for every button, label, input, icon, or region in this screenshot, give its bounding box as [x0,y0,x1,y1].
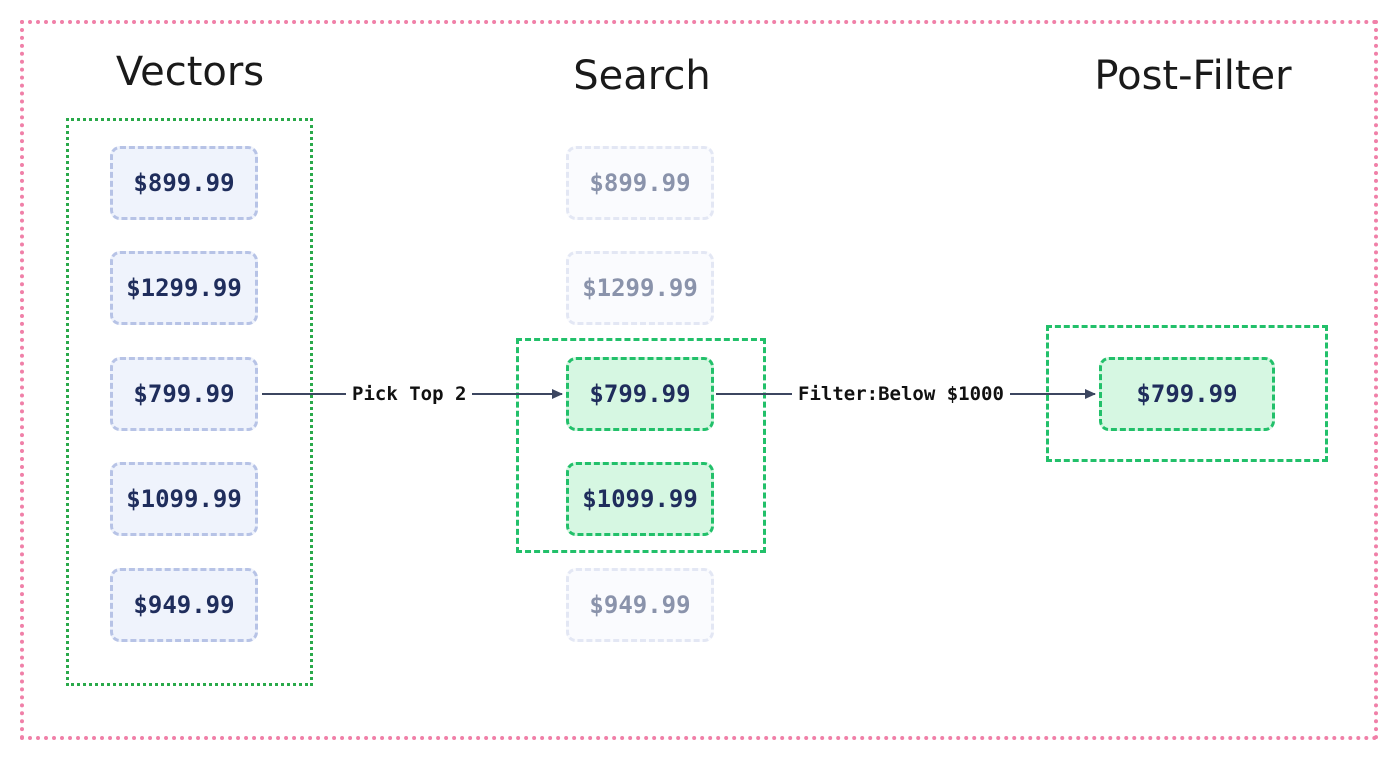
arrows-layer [262,389,1096,399]
filter-label: Filter:Below $1000 [792,385,1010,404]
pick-top-label: Pick Top 2 [346,385,473,404]
